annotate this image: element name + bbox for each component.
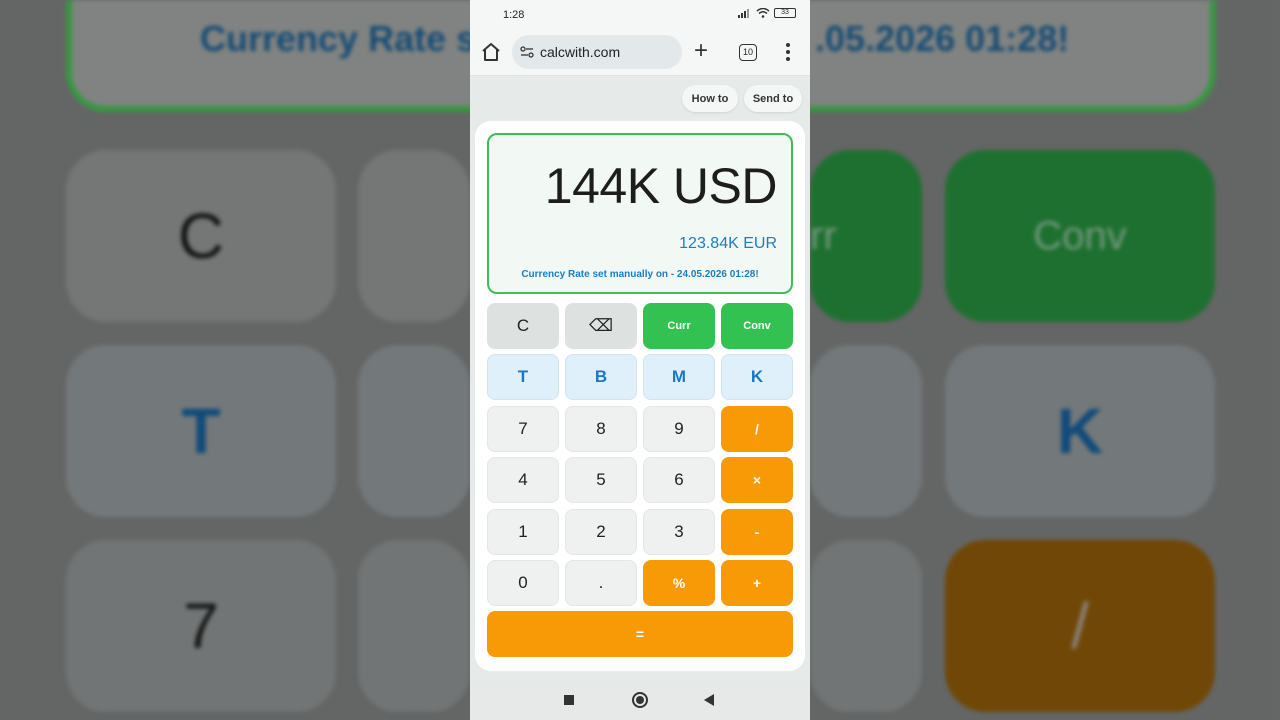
- more-menu-icon[interactable]: [786, 43, 790, 61]
- home-icon[interactable]: [480, 41, 502, 63]
- key-2[interactable]: 2: [565, 509, 637, 555]
- send-to-button[interactable]: Send to: [744, 85, 802, 112]
- calculator-card: 144K USD 123.84K EUR Currency Rate set m…: [475, 121, 805, 671]
- status-time: 1:28: [503, 9, 525, 21]
- divide-button[interactable]: /: [721, 406, 793, 452]
- phone-screen: 1:28 33 calcwith.com + 10 How to Send to…: [470, 0, 810, 720]
- url-text[interactable]: calcwith.com: [540, 44, 620, 60]
- browser-toolbar: calcwith.com + 10: [470, 30, 810, 76]
- key-9[interactable]: 9: [643, 406, 715, 452]
- key-0[interactable]: 0: [487, 560, 559, 606]
- key-5[interactable]: 5: [565, 457, 637, 503]
- status-bar: 1:28 33: [470, 0, 810, 30]
- m-button[interactable]: M: [643, 354, 715, 400]
- how-to-button[interactable]: How to: [682, 85, 738, 112]
- signal-icon: [738, 9, 749, 18]
- key-4[interactable]: 4: [487, 457, 559, 503]
- k-button[interactable]: K: [721, 354, 793, 400]
- converted-value: 123.84K EUR: [679, 235, 777, 252]
- home-nav-icon[interactable]: [632, 692, 648, 708]
- conv-button[interactable]: Conv: [721, 303, 793, 349]
- plus-button[interactable]: +: [721, 560, 793, 606]
- backspace-button[interactable]: ⌫: [565, 303, 637, 349]
- main-value: 144K USD: [544, 158, 778, 214]
- address-bar[interactable]: calcwith.com: [512, 35, 682, 69]
- back-icon[interactable]: [704, 694, 714, 706]
- clear-button[interactable]: C: [487, 303, 559, 349]
- minus-button[interactable]: -: [721, 509, 793, 555]
- multiply-button[interactable]: ×: [721, 457, 793, 503]
- decimal-button[interactable]: .: [565, 560, 637, 606]
- key-1[interactable]: 1: [487, 509, 559, 555]
- wifi-icon: [756, 8, 770, 18]
- new-tab-button[interactable]: +: [694, 39, 708, 63]
- key-6[interactable]: 6: [643, 457, 715, 503]
- currency-rate-note: Currency Rate set manually on - 24.05.20…: [521, 269, 759, 280]
- battery-icon: 33: [774, 8, 796, 18]
- system-nav-bar: [470, 680, 810, 720]
- curr-button[interactable]: Curr: [643, 303, 715, 349]
- status-icons: 33: [738, 8, 796, 18]
- tab-switcher-button[interactable]: 10: [739, 44, 757, 61]
- page-content: How to Send to 144K USD 123.84K EUR Curr…: [470, 77, 810, 680]
- key-3[interactable]: 3: [643, 509, 715, 555]
- t-button[interactable]: T: [487, 354, 559, 400]
- key-8[interactable]: 8: [565, 406, 637, 452]
- key-7[interactable]: 7: [487, 406, 559, 452]
- b-button[interactable]: B: [565, 354, 637, 400]
- recents-icon[interactable]: [564, 695, 574, 705]
- percent-button[interactable]: %: [643, 560, 715, 606]
- site-settings-icon[interactable]: [520, 46, 534, 58]
- calculator-display: 144K USD 123.84K EUR Currency Rate set m…: [487, 133, 793, 294]
- equals-button[interactable]: =: [487, 611, 793, 657]
